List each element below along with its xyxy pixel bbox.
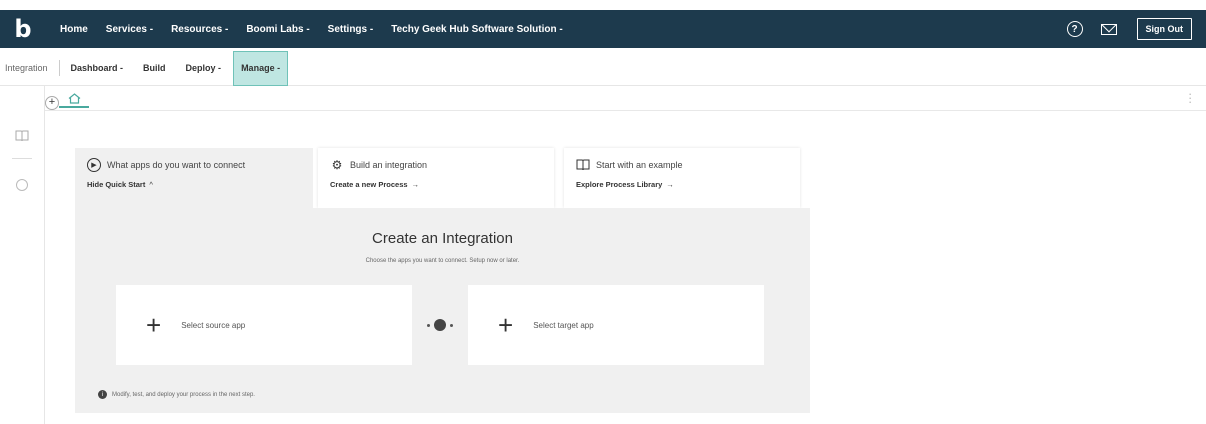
card-title: Start with an example — [596, 160, 683, 170]
subnav-manage[interactable]: Manage - — [233, 50, 289, 86]
settings-icon[interactable] — [16, 179, 28, 191]
help-icon[interactable]: ? — [1066, 21, 1083, 37]
more-options-icon[interactable]: · · · — [1188, 87, 1192, 108]
build-icon: ⚙ — [331, 158, 343, 172]
book-icon — [576, 158, 590, 172]
top-right-controls: ? Sign Out — [1066, 10, 1192, 48]
connector-icon — [421, 319, 459, 331]
create-process-link[interactable]: Create a new Process → — [330, 180, 542, 189]
tab-home[interactable] — [59, 90, 89, 108]
top-nav: Home Services - Resources - Boomi Labs -… — [60, 24, 581, 35]
hide-quick-start-link[interactable]: Hide Quick Start ^ — [87, 180, 301, 189]
source-app-label: Select source app — [181, 320, 246, 330]
subnav-integration[interactable]: Integration — [5, 63, 48, 73]
sign-out-button[interactable]: Sign Out — [1136, 18, 1192, 40]
nav-boomi-labs[interactable]: Boomi Labs - — [246, 24, 309, 35]
info-icon: i — [98, 390, 107, 399]
quick-start-cards: ▶ What apps do you want to connect Hide … — [75, 148, 810, 212]
arrow-right-icon: → — [666, 180, 674, 189]
select-source-app-button[interactable]: + Select source app — [116, 285, 412, 365]
plus-icon: + — [146, 309, 162, 340]
explore-library-link[interactable]: Explore Process Library → — [576, 180, 788, 189]
nav-services[interactable]: Services - — [106, 24, 153, 35]
nav-settings[interactable]: Settings - — [328, 24, 374, 35]
top-navigation-bar: b Home Services - Resources - Boomi Labs… — [0, 10, 1206, 48]
play-icon: ▶ — [87, 158, 101, 172]
boomi-logo[interactable]: b — [0, 10, 46, 48]
subnav-divider — [58, 60, 60, 76]
plus-icon: + — [498, 309, 514, 340]
target-app-label: Select target app — [533, 320, 594, 330]
card-title: Build an integration — [350, 160, 428, 170]
panel-title: Create an Integration — [372, 230, 513, 247]
footer-text: Modify, test, and deploy your process in… — [112, 391, 255, 398]
card-title: What apps do you want to connect — [107, 160, 246, 170]
tab-row: · · · — [45, 86, 1206, 111]
arrow-right-icon: → — [411, 180, 420, 189]
create-integration-panel: Create an Integration Choose the apps yo… — [75, 208, 810, 413]
nav-home[interactable]: Home — [60, 24, 88, 35]
card-start-example[interactable]: Start with an example Explore Process Li… — [564, 148, 800, 208]
subnav-dashboard[interactable]: Dashboard - — [71, 63, 124, 73]
link-label: Hide Quick Start — [87, 180, 146, 189]
panel-footer: i Modify, test, and deploy your process … — [98, 390, 255, 399]
subnav-build[interactable]: Build — [143, 63, 166, 73]
panel-subtitle: Choose the apps you want to connect. Set… — [365, 258, 520, 264]
link-label: Explore Process Library — [576, 180, 663, 189]
left-rail: + — [0, 86, 59, 424]
nav-resources[interactable]: Resources - — [171, 24, 228, 35]
mail-icon[interactable] — [1100, 23, 1117, 35]
rail-divider — [12, 158, 32, 159]
book-icon[interactable] — [15, 130, 29, 144]
chevron-up-icon: ^ — [149, 180, 153, 189]
select-target-app-button[interactable]: + Select target app — [468, 285, 764, 365]
sub-navigation: Integration Dashboard - Build Deploy - M… — [0, 50, 1206, 86]
link-label: Create a new Process — [330, 180, 408, 189]
nav-account[interactable]: Techy Geek Hub Software Solution - — [391, 24, 563, 35]
card-connect-apps[interactable]: ▶ What apps do you want to connect Hide … — [75, 148, 313, 212]
card-build-integration[interactable]: ⚙ Build an integration Create a new Proc… — [318, 148, 554, 208]
subnav-deploy[interactable]: Deploy - — [186, 63, 222, 73]
home-icon — [68, 92, 80, 104]
